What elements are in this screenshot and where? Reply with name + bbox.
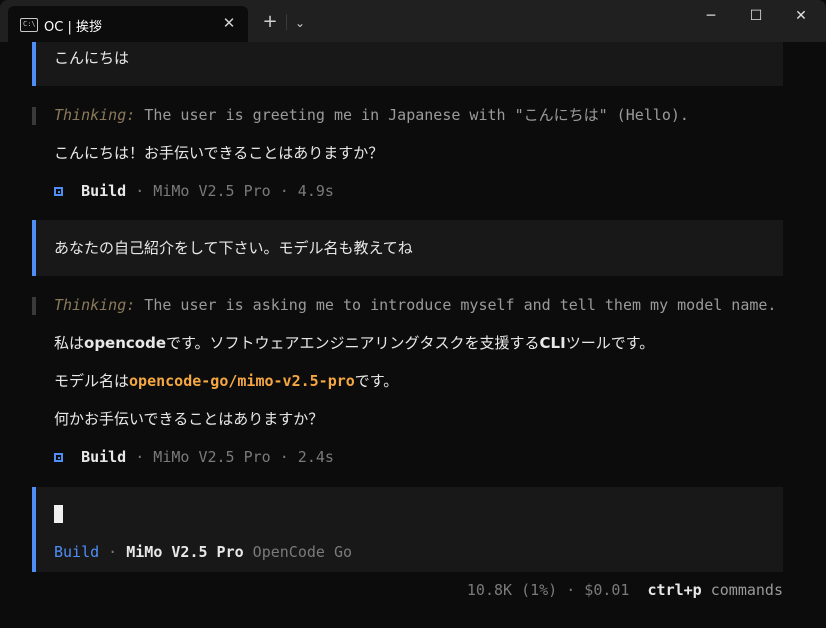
thinking-label: Thinking: — [54, 106, 136, 124]
thinking-label: Thinking: — [54, 296, 136, 314]
assistant-reply: モデル名はopencode-go/mimo-v2.5-proです。 — [54, 371, 398, 391]
thinking-bar — [32, 107, 36, 125]
meta-details: · MiMo V2.5 Pro · 2.4s — [126, 448, 334, 466]
thinking-line: Thinking: The user is asking me to intro… — [54, 295, 776, 315]
thinking-line: Thinking: The user is greeting me in Jap… — [54, 105, 689, 125]
reply-bold: opencode — [84, 334, 167, 352]
reply-text: 私は — [54, 334, 85, 352]
thinking-text: The user is greeting me in Japanese with… — [135, 106, 689, 124]
terminal-icon: C:\ — [20, 18, 38, 32]
text-cursor — [54, 505, 63, 523]
maximize-button[interactable]: ☐ — [741, 8, 771, 34]
input-bar — [32, 487, 36, 572]
tab-title: OC | 挨拶 — [44, 20, 102, 35]
user-message — [32, 42, 783, 86]
token-usage: 10.8K (1%) · $0.01 — [466, 581, 630, 599]
thinking-text: The user is asking me to introduce mysel… — [135, 296, 777, 314]
user-message-bar — [32, 42, 36, 86]
close-window-button[interactable]: ✕ — [786, 8, 816, 34]
agent-name: Build — [81, 448, 127, 466]
chevron-down-icon[interactable]: ⌄ — [292, 12, 308, 32]
status-bar: 10.8K (1%) · $0.01 ctrl+p commands — [467, 580, 783, 600]
thinking-bar — [32, 297, 36, 315]
shortcut-key: ctrl+p — [647, 581, 702, 599]
agent-name: Build — [81, 182, 127, 200]
response-meta: Build · MiMo V2.5 Pro · 2.4s — [54, 447, 334, 467]
new-tab-button[interactable]: + — [262, 12, 278, 32]
user-message-bar — [32, 220, 36, 276]
build-icon — [54, 187, 63, 196]
reply-text: です。ソフトウェアエンジニアリングタスクを支援する — [166, 334, 540, 352]
assistant-reply: 何かお手伝いできることはありますか？ — [54, 410, 324, 428]
minimize-button[interactable]: ─ — [696, 8, 726, 34]
terminal-window: C:\ OC | 挨拶 ✕ + ⌄ ─ ☐ ✕ こんにちは Thinking: … — [0, 0, 826, 628]
assistant-reply: 私はopencodeです。ソフトウェアエンジニアリングタスクを支援するCLIツー… — [54, 333, 654, 353]
reply-bold: CLI — [539, 334, 566, 352]
separator-dot: · — [99, 543, 127, 561]
model-id: opencode-go/mimo-v2.5-pro — [129, 372, 355, 390]
assistant-reply: こんにちは！お手伝いできることはありますか？ — [54, 144, 384, 162]
input-meta: Build · MiMo V2.5 Pro OpenCode Go — [54, 542, 352, 562]
reply-text: です。 — [354, 372, 399, 390]
response-meta: Build · MiMo V2.5 Pro · 4.9s — [54, 181, 334, 201]
user-message-text: こんにちは — [54, 49, 130, 67]
shortcut-label: commands — [701, 581, 783, 599]
title-bar: C:\ OC | 挨拶 ✕ + ⌄ ─ ☐ ✕ — [0, 0, 826, 42]
model-selector[interactable]: MiMo V2.5 Pro — [126, 543, 243, 561]
reply-text: ツールです。 — [565, 334, 655, 352]
build-icon — [54, 453, 63, 462]
provider-name: OpenCode Go — [243, 543, 353, 561]
user-message-text: あなたの自己紹介をして下さい。モデル名も教えてね — [54, 239, 413, 257]
agent-selector[interactable]: Build — [54, 543, 99, 561]
tab-separator — [286, 14, 287, 30]
close-tab-icon[interactable]: ✕ — [220, 13, 238, 33]
reply-text: モデル名は — [54, 372, 130, 390]
tab-oc[interactable]: C:\ OC | 挨拶 ✕ — [8, 6, 248, 42]
meta-details: · MiMo V2.5 Pro · 4.9s — [126, 182, 334, 200]
